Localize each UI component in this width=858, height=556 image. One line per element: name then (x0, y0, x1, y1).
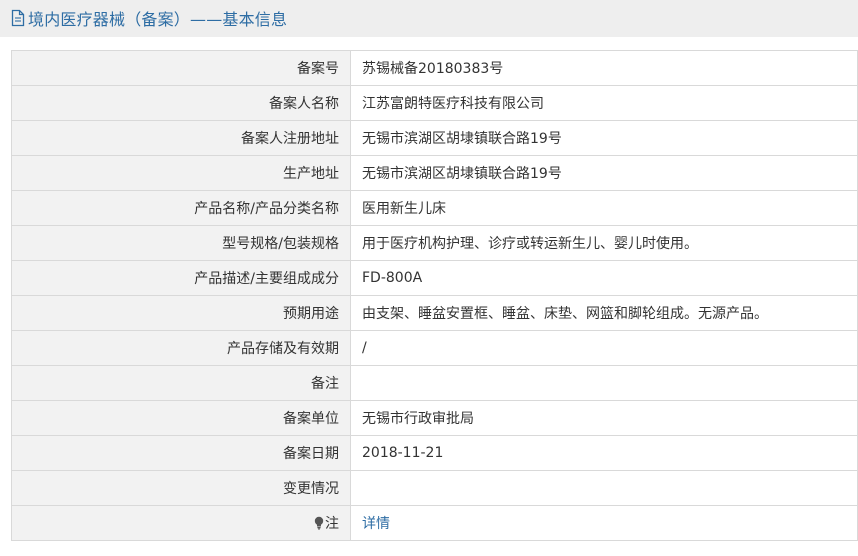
row-value: 无锡市行政审批局 (350, 400, 858, 436)
row-value: 医用新生儿床 (350, 190, 858, 226)
table-row: 备案单位 无锡市行政审批局 (11, 400, 858, 436)
info-table: 备案号 苏锡械备20180383号 备案人名称 江苏富朗特医疗科技有限公司 备案… (11, 50, 858, 541)
row-value: 2018-11-21 (350, 435, 858, 471)
row-label: 备案日期 (11, 435, 351, 471)
document-icon (10, 9, 26, 27)
row-label: 备案人名称 (11, 85, 351, 121)
row-label: 备案单位 (11, 400, 351, 436)
row-label: 产品存储及有效期 (11, 330, 351, 366)
table-row: 变更情况 (11, 470, 858, 506)
table-row: 备案人注册地址 无锡市滨湖区胡埭镇联合路19号 (11, 120, 858, 156)
row-label: 预期用途 (11, 295, 351, 331)
row-value: 苏锡械备20180383号 (350, 50, 858, 86)
row-value: FD-800A (350, 260, 858, 296)
row-label: 变更情况 (11, 470, 351, 506)
table-row: 备案号 苏锡械备20180383号 (11, 50, 858, 86)
table-row: 型号规格/包装规格 用于医疗机构护理、诊疗或转运新生儿、婴儿时使用。 (11, 225, 858, 261)
row-value: 无锡市滨湖区胡埭镇联合路19号 (350, 120, 858, 156)
note-row: 注 详情 (11, 505, 858, 541)
row-value: 用于医疗机构护理、诊疗或转运新生儿、婴儿时使用。 (350, 225, 858, 261)
note-value-cell: 详情 (350, 505, 858, 541)
row-value: 江苏富朗特医疗科技有限公司 (350, 85, 858, 121)
page-title: 境内医疗器械（备案）——基本信息 (28, 10, 288, 29)
table-row: 产品描述/主要组成成分 FD-800A (11, 260, 858, 296)
table-row: 预期用途 由支架、睡盆安置框、睡盆、床垫、网篮和脚轮组成。无源产品。 (11, 295, 858, 331)
table-row: 备案日期 2018-11-21 (11, 435, 858, 471)
row-value: 由支架、睡盆安置框、睡盆、床垫、网篮和脚轮组成。无源产品。 (350, 295, 858, 331)
note-label: 注 (325, 516, 339, 532)
row-value: 无锡市滨湖区胡埭镇联合路19号 (350, 155, 858, 191)
note-label-cell: 注 (11, 505, 351, 541)
row-label: 备案人注册地址 (11, 120, 351, 156)
details-link[interactable]: 详情 (362, 516, 390, 532)
lightbulb-icon (314, 516, 324, 530)
table-row: 产品名称/产品分类名称 医用新生儿床 (11, 190, 858, 226)
row-value: / (350, 330, 858, 366)
table-row: 备注 (11, 365, 858, 401)
table-row: 备案人名称 江苏富朗特医疗科技有限公司 (11, 85, 858, 121)
row-label: 产品描述/主要组成成分 (11, 260, 351, 296)
header-title-group: 境内医疗器械（备案）——基本信息 (10, 7, 287, 29)
row-value (350, 365, 858, 401)
table-row: 生产地址 无锡市滨湖区胡埭镇联合路19号 (11, 155, 858, 191)
row-label: 备案号 (11, 50, 351, 86)
row-value (350, 470, 858, 506)
row-label: 生产地址 (11, 155, 351, 191)
page-header: 境内医疗器械（备案）——基本信息 (0, 0, 858, 37)
row-label: 备注 (11, 365, 351, 401)
row-label: 型号规格/包装规格 (11, 225, 351, 261)
table-row: 产品存储及有效期 / (11, 330, 858, 366)
row-label: 产品名称/产品分类名称 (11, 190, 351, 226)
